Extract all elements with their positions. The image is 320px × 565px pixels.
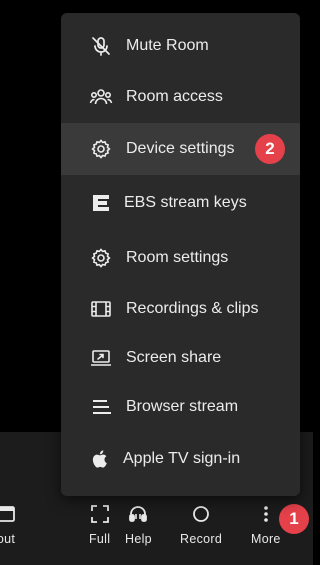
more-button[interactable]: More [251,500,281,546]
ebs-logo-icon [89,191,113,215]
menu-item-label: Mute Room [126,37,209,54]
record-icon [192,500,210,528]
menu-item-room-access[interactable]: Room access [61,71,300,123]
layout-icon [0,500,16,528]
menu-item-label: Browser stream [126,398,239,415]
menu-item-label: Room settings [126,249,229,266]
menu-item-room-settings[interactable]: Room settings [61,232,300,284]
more-menu: Mute Room Room access Device settings 2 … [61,13,300,496]
users-icon [89,85,113,109]
full-button[interactable]: Full [89,500,110,546]
film-icon [89,297,113,321]
screen-share-icon [89,346,113,370]
layout-label: out [0,532,16,546]
menu-item-label: Screen share [126,349,222,366]
layout-button[interactable]: out [0,500,16,546]
menu-item-ebs-stream-keys[interactable]: EBS stream keys [61,177,300,229]
app-stage: out Full Help Record More 1 Mute Room Ro… [0,0,313,565]
kebab-icon [263,500,269,528]
headset-icon [127,500,149,528]
lines-icon [89,395,113,419]
menu-item-label: Device settings [126,140,235,157]
gear-icon [89,137,113,161]
menu-item-label: Room access [126,88,223,105]
menu-item-recordings-clips[interactable]: Recordings & clips [61,283,300,335]
full-label: Full [89,532,111,546]
mic-off-icon [89,34,113,58]
apple-icon [89,447,113,471]
gear-icon [89,246,113,270]
menu-item-screen-share[interactable]: Screen share [61,332,300,384]
menu-item-label: EBS stream keys [124,194,247,211]
step-badge-2: 2 [255,134,285,164]
help-button[interactable]: Help [125,500,152,546]
step-badge-1: 1 [279,504,309,534]
menu-item-label: Apple TV sign-in [123,450,241,467]
menu-item-mute-room[interactable]: Mute Room [61,20,300,72]
fullscreen-icon [90,500,110,528]
menu-item-apple-tv-sign-in[interactable]: Apple TV sign-in [61,433,300,485]
menu-item-browser-stream[interactable]: Browser stream [61,381,300,433]
menu-item-label: Recordings & clips [126,300,259,317]
record-label: Record [180,532,223,546]
help-label: Help [125,532,152,546]
record-button[interactable]: Record [180,500,222,546]
more-label: More [251,532,281,546]
